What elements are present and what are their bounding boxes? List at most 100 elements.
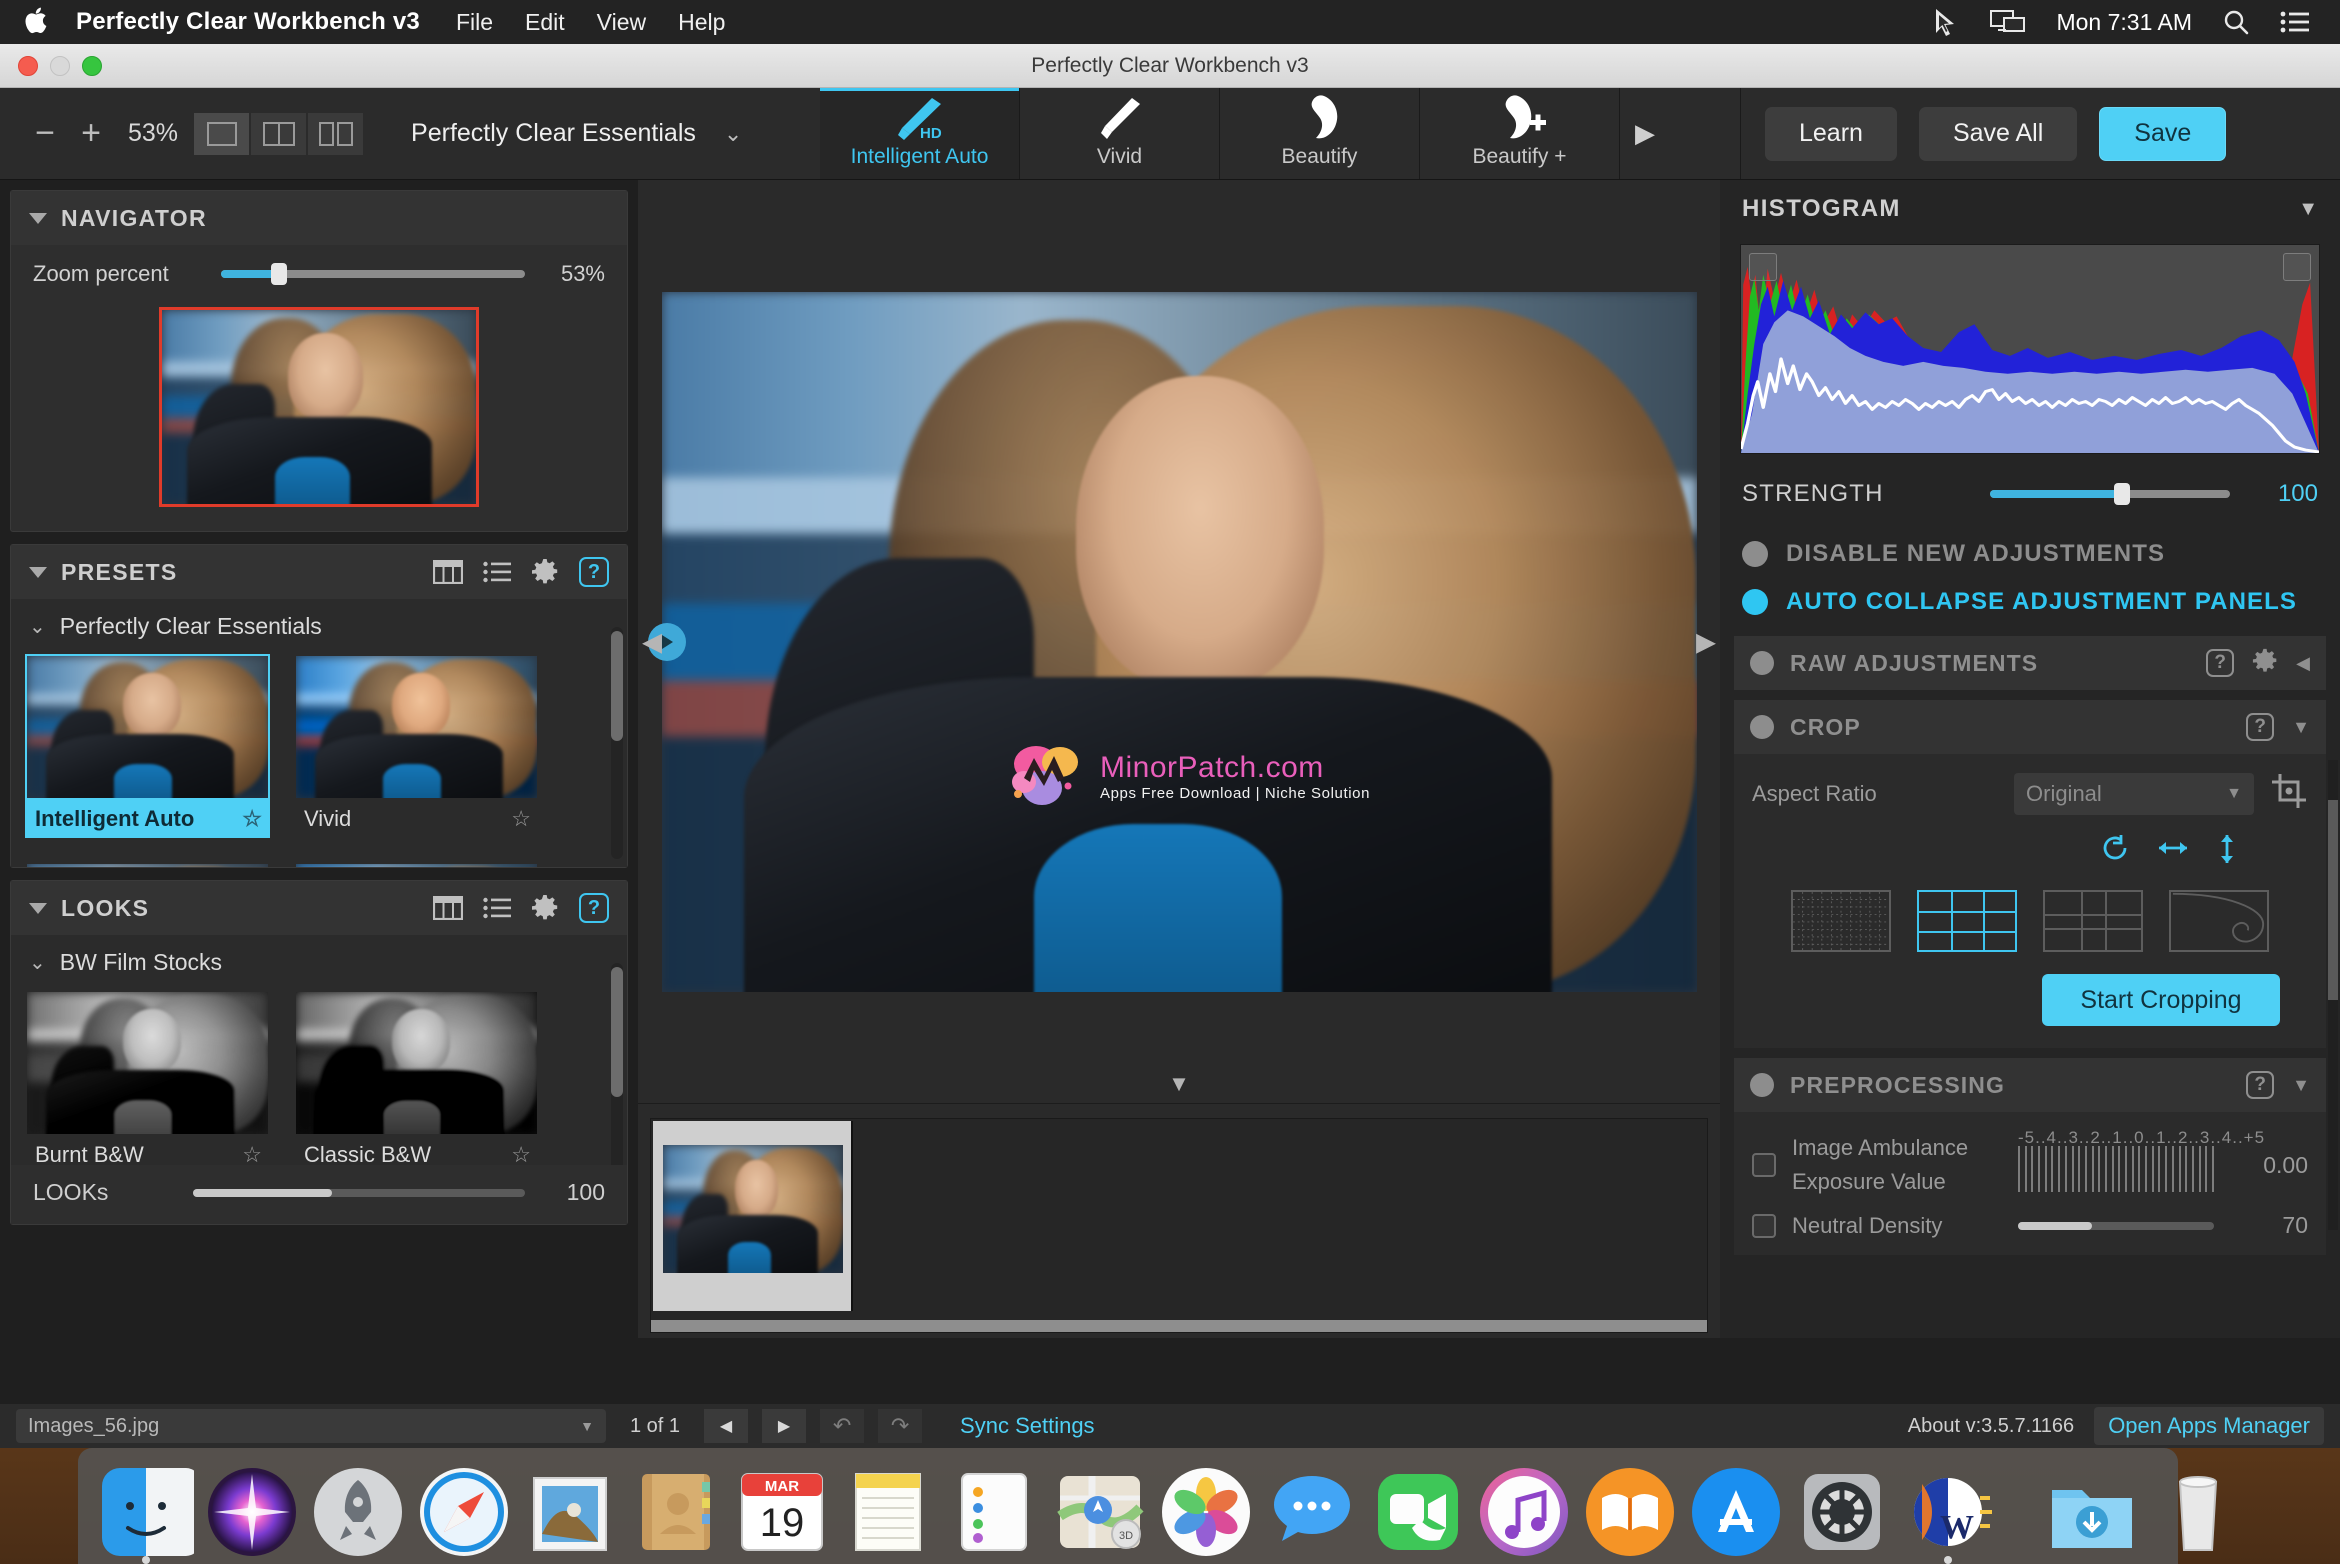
chevron-down-icon[interactable]: ▼ — [2292, 717, 2310, 738]
collapse-triangle-icon[interactable] — [29, 566, 47, 578]
chevron-left-icon[interactable]: ◀ — [2296, 653, 2310, 674]
grid-view-icon[interactable] — [433, 896, 463, 920]
collapse-down-icon[interactable]: ▼ — [1168, 1071, 1190, 1097]
tab-vivid[interactable]: Vivid — [1020, 88, 1220, 179]
save-all-button[interactable]: Save All — [1918, 106, 2078, 161]
filmstrip-scrollbar[interactable] — [651, 1320, 1707, 1332]
filmstrip-track[interactable] — [650, 1118, 1708, 1333]
chevron-down-icon[interactable]: ⌄ — [724, 121, 742, 147]
looks-list[interactable]: ⌄ BW Film Stocks Burnt B&W ☆ Classic B&W… — [11, 935, 627, 1165]
dock-item-launchpad[interactable] — [310, 1464, 406, 1560]
preset-tile-row2-b[interactable] — [294, 862, 539, 867]
dock-item-itunes[interactable] — [1476, 1464, 1572, 1560]
chevron-down-icon[interactable]: ▼ — [2292, 1075, 2310, 1096]
dock-item-siri[interactable] — [204, 1464, 300, 1560]
menu-view[interactable]: View — [597, 9, 646, 36]
list-view-icon[interactable] — [483, 897, 511, 919]
search-icon[interactable] — [2222, 8, 2250, 36]
presets-list[interactable]: ⌄ Perfectly Clear Essentials Intelligent… — [11, 599, 627, 867]
file-selector[interactable]: Images_56.jpg ▼ — [16, 1409, 606, 1443]
radio-icon[interactable] — [1742, 541, 1768, 567]
menu-file[interactable]: File — [456, 9, 493, 36]
control-center-icon[interactable] — [2280, 10, 2310, 34]
gear-icon[interactable] — [2252, 648, 2278, 679]
dock-item-facetime[interactable] — [1370, 1464, 1466, 1560]
dock-item-ibooks[interactable] — [1582, 1464, 1678, 1560]
flip-vertical-icon[interactable] — [2216, 833, 2238, 872]
fine-grid-overlay[interactable] — [1791, 890, 1891, 952]
collapse-triangle-icon[interactable] — [29, 902, 47, 914]
crop-icon[interactable] — [2270, 772, 2308, 815]
golden-spiral-overlay[interactable] — [2169, 890, 2269, 952]
apple-logo-icon[interactable] — [22, 7, 48, 37]
collapse-left-icon[interactable]: ◀ — [642, 626, 662, 657]
about-version-label[interactable]: About v:3.5.7.1166 — [1908, 1415, 2074, 1438]
dock-item-calendar[interactable]: MAR 19 — [734, 1464, 830, 1560]
gear-icon[interactable] — [531, 558, 559, 586]
zoom-in-button[interactable]: + — [68, 111, 114, 157]
dock-item-reminders[interactable] — [946, 1464, 1042, 1560]
chevron-down-icon[interactable]: ▼ — [2298, 198, 2318, 221]
start-cropping-button[interactable]: Start Cropping — [2042, 974, 2280, 1026]
preset-tile-vivid[interactable]: Vivid ☆ — [294, 654, 539, 838]
preview-image[interactable] — [661, 291, 1697, 992]
looks-slider[interactable] — [193, 1188, 525, 1197]
look-tile-burnt-bw[interactable]: Burnt B&W ☆ — [25, 990, 270, 1165]
neutral-density-slider[interactable] — [2018, 1221, 2214, 1230]
single-view-icon[interactable] — [194, 112, 250, 155]
filmstrip-item[interactable] — [653, 1121, 853, 1311]
aspect-ratio-select[interactable]: Original ▼ — [2014, 772, 2254, 815]
radio-icon[interactable] — [1750, 1073, 1774, 1097]
image-canvas[interactable]: ◀ ▶ ▼ — [638, 180, 1720, 1103]
save-button[interactable]: Save — [2099, 106, 2227, 161]
preset-tile-intelligent-auto[interactable]: Intelligent Auto ☆ — [25, 654, 270, 838]
chevron-down-icon[interactable]: ⌄ — [29, 950, 46, 975]
raw-adjustments-header[interactable]: RAW ADJUSTMENTS ? ◀ — [1734, 636, 2326, 690]
help-icon[interactable]: ? — [2206, 649, 2235, 677]
dock-item-contacts[interactable] — [628, 1464, 724, 1560]
screen-mirroring-icon[interactable] — [1990, 9, 2026, 35]
favorite-star-icon[interactable]: ☆ — [242, 1142, 262, 1165]
flip-horizontal-icon[interactable] — [2156, 833, 2190, 872]
split-view-icon[interactable] — [251, 112, 307, 155]
collapse-triangle-icon[interactable] — [29, 212, 47, 224]
zoom-out-button[interactable]: − — [22, 111, 68, 157]
favorite-star-icon[interactable]: ☆ — [511, 806, 531, 832]
dock-item-system-preferences[interactable] — [1794, 1464, 1890, 1560]
strength-slider[interactable] — [1990, 483, 2230, 505]
dock-item-app-store[interactable] — [1688, 1464, 1784, 1560]
radio-icon[interactable] — [1750, 651, 1774, 675]
dock-item-messages[interactable] — [1264, 1464, 1360, 1560]
chevron-right-icon[interactable]: ▶ — [1620, 88, 1670, 179]
gear-icon[interactable] — [531, 894, 559, 922]
navigator-header[interactable]: NAVIGATOR — [11, 191, 627, 245]
menu-help[interactable]: Help — [678, 9, 725, 36]
presets-header[interactable]: PRESETS ? — [11, 545, 627, 599]
redo-icon[interactable]: ↷ — [878, 1409, 923, 1443]
sync-settings-button[interactable]: Sync Settings — [960, 1413, 1095, 1439]
menu-edit[interactable]: Edit — [525, 9, 565, 36]
chevron-down-icon[interactable]: ⌄ — [29, 614, 46, 639]
looks-scrollbar[interactable] — [611, 963, 623, 1165]
collapse-right-icon[interactable]: ▶ — [1696, 626, 1716, 657]
favorite-star-icon[interactable]: ☆ — [242, 806, 262, 832]
learn-button[interactable]: Learn — [1765, 106, 1897, 161]
dock-item-maps[interactable]: 3D — [1052, 1464, 1148, 1560]
presets-scrollbar[interactable] — [611, 627, 623, 859]
navigator-thumbnail[interactable] — [159, 307, 479, 507]
help-icon[interactable]: ? — [2246, 1071, 2275, 1099]
next-icon[interactable]: ▶ — [762, 1409, 807, 1443]
histogram-shadow-clip-handle[interactable] — [1749, 253, 1777, 281]
help-icon[interactable]: ? — [579, 557, 609, 587]
dock-item-safari[interactable] — [416, 1464, 512, 1560]
exposure-value-dial[interactable]: -5..4..3..2..1..0..1..2..3..4..+5 — [2018, 1128, 2264, 1200]
image-ambulance-checkbox[interactable] — [1752, 1153, 1776, 1177]
golden-ratio-overlay[interactable] — [2043, 890, 2143, 952]
tab-beautify-plus[interactable]: Beautify + — [1420, 88, 1620, 179]
grid-view-icon[interactable] — [433, 560, 463, 584]
dock-item-notes[interactable] — [840, 1464, 936, 1560]
radio-icon[interactable] — [1750, 715, 1774, 739]
cursor-icon[interactable] — [1932, 7, 1960, 37]
looks-header[interactable]: LOOKS ? — [11, 881, 627, 935]
option-auto-collapse-panels[interactable]: AUTO COLLAPSE ADJUSTMENT PANELS — [1720, 578, 2340, 626]
